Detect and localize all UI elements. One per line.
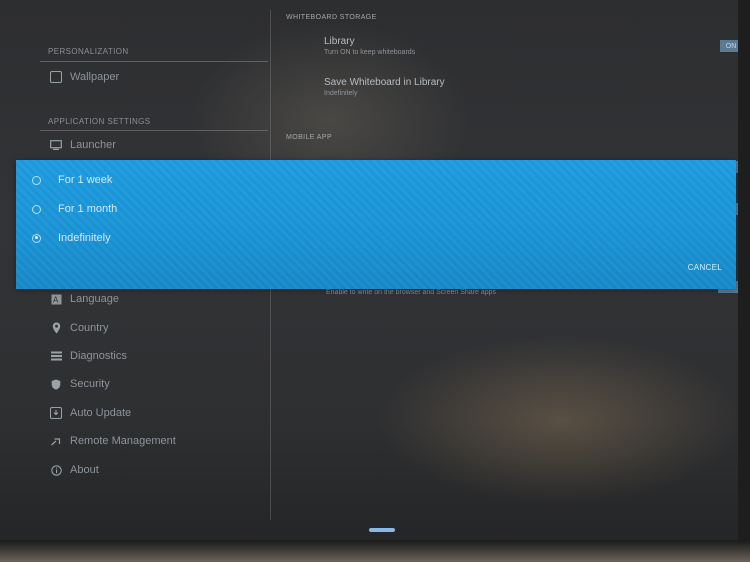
radio-button[interactable] — [32, 204, 41, 214]
browser-write-setting-subtitle: Enable to write on the browser and Scree… — [326, 289, 497, 296]
library-setting-title[interactable]: Library — [324, 36, 355, 47]
update-icon — [50, 407, 62, 419]
sidebar-item-security[interactable]: Security — [50, 374, 110, 394]
section-title-application-settings: APPLICATION SETTINGS — [48, 117, 151, 126]
monitor-bezel-right — [738, 0, 750, 562]
wallpaper-icon — [50, 71, 62, 83]
sidebar-item-label: Diagnostics — [70, 350, 127, 362]
info-icon — [50, 464, 62, 476]
option-1-month[interactable]: For 1 month — [32, 200, 117, 218]
sidebar-item-wallpaper[interactable]: Wallpaper — [50, 67, 119, 87]
option-label: For 1 week — [58, 174, 113, 186]
sidebar-item-auto-update[interactable]: Auto Update — [50, 403, 131, 423]
home-indicator[interactable] — [369, 528, 395, 532]
radio-button-selected[interactable] — [32, 233, 41, 243]
language-icon: A — [50, 293, 62, 305]
option-indefinitely[interactable]: Indefinitely — [32, 229, 111, 247]
section-title-whiteboard-storage: WHITEBOARD STORAGE — [286, 14, 377, 21]
cancel-button[interactable]: CANCEL — [688, 263, 722, 272]
radio-button[interactable] — [32, 175, 41, 185]
divider — [40, 130, 268, 131]
monitor-icon — [50, 139, 62, 151]
location-pin-icon — [50, 322, 62, 334]
sidebar-item-launcher[interactable]: Launcher — [50, 135, 116, 155]
save-whiteboard-setting-subtitle: Indefinitely — [324, 90, 358, 97]
shield-icon — [50, 378, 62, 390]
sidebar-item-label: Security — [70, 378, 110, 390]
sidebar-item-label: Country — [70, 322, 109, 334]
save-whiteboard-setting-title[interactable]: Save Whiteboard in Library — [324, 77, 445, 88]
sidebar-item-label: Language — [70, 293, 119, 305]
library-setting-subtitle: Turn ON to keep whiteboards — [324, 49, 416, 56]
sidebar-item-about[interactable]: About — [50, 460, 99, 480]
svg-text:A: A — [53, 295, 59, 304]
sidebar-item-language[interactable]: A Language — [50, 289, 119, 309]
sidebar-item-remote-management[interactable]: Remote Management — [50, 431, 176, 451]
list-icon — [50, 350, 62, 362]
section-title-mobile-app: MOBILE APP — [286, 134, 333, 141]
sidebar-item-country[interactable]: Country — [50, 318, 109, 338]
save-duration-dialog: For 1 week For 1 month Indefinitely CANC… — [16, 160, 736, 289]
divider — [40, 61, 268, 62]
remote-icon — [50, 435, 62, 447]
sidebar-item-label: Wallpaper — [70, 71, 120, 83]
sidebar-item-label: Launcher — [70, 139, 116, 151]
sidebar-item-label: About — [70, 464, 99, 476]
option-label: For 1 month — [58, 203, 118, 215]
monitor-bezel-bottom — [0, 540, 750, 562]
sidebar-item-label: Auto Update — [70, 407, 132, 419]
sidebar-item-label: Remote Management — [70, 435, 176, 447]
sidebar-item-diagnostics[interactable]: Diagnostics — [50, 346, 127, 366]
option-label: Indefinitely — [58, 232, 111, 244]
section-title-personalization: PERSONALIZATION — [48, 47, 129, 56]
option-1-week[interactable]: For 1 week — [32, 171, 112, 189]
